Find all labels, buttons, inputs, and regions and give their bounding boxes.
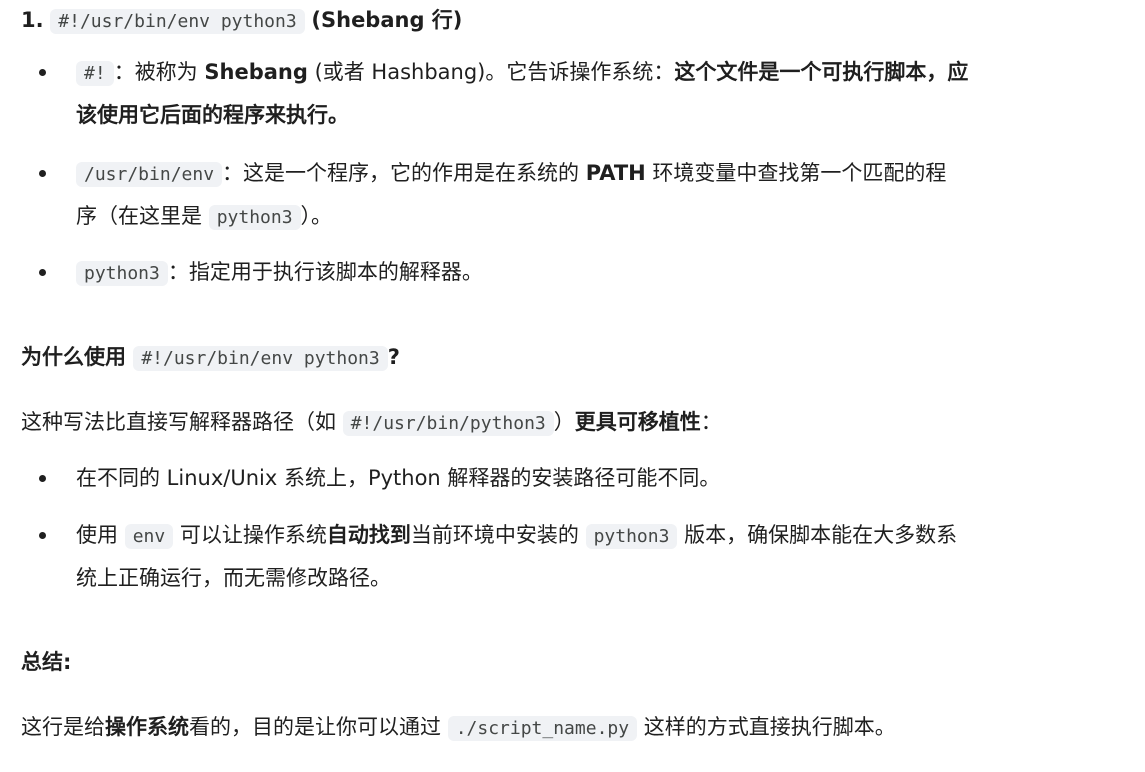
text: 看的，目的是让你可以通过 (189, 715, 448, 739)
text: 在不同的 Linux/Unix 系统上，Python 解释器的安装路径可能不同。 (76, 466, 721, 490)
inline-code: ./script_name.py (447, 716, 638, 741)
bullet-env: /usr/bin/env ：这是一个程序，它的作用是在系统的 PATH 环境变量中… (76, 158, 946, 190)
separator: ： (222, 161, 244, 185)
inline-code: python3 (585, 524, 678, 549)
section-number: 1. (21, 8, 44, 32)
bullet-dot (39, 269, 46, 276)
text: 这样的方式直接执行脚本。 (637, 715, 896, 739)
why-item-1: 在不同的 Linux/Unix 系统上，Python 解释器的安装路径可能不同。 (76, 463, 720, 493)
section-title: (Shebang 行) (311, 8, 463, 32)
bullet-python3: python3 ：指定用于执行该脚本的解释器。 (76, 257, 483, 289)
bold-text: 自动找到 (326, 523, 411, 547)
heading-text: ? (387, 345, 400, 369)
text: 版本，确保脚本能在大多数系 (677, 523, 958, 547)
separator: ： (113, 60, 135, 84)
text: 这种写法比直接写解释器路径（如 (21, 410, 343, 434)
text: (或者 Hashbang)。它告诉操作系统： (307, 60, 675, 84)
inline-code: /usr/bin/env (76, 162, 223, 187)
heading-text: 总结: (21, 650, 72, 674)
text: 被称为 (134, 60, 205, 84)
bullet-dot (39, 170, 46, 177)
inline-code: #!/usr/bin/python3 (342, 411, 554, 436)
text: ） (553, 410, 575, 434)
inline-code: python3 (76, 261, 168, 286)
summary-heading: 总结: (21, 647, 71, 677)
why-heading: 为什么使用 #!/usr/bin/env python3? (21, 342, 400, 374)
bullet-dot (39, 532, 46, 539)
heading-text: 为什么使用 (21, 345, 134, 369)
bold-text: PATH (585, 161, 646, 185)
text: 这是一个程序，它的作用是在系统的 (243, 161, 586, 185)
text: 环境变量中查找第一个匹配的程 (645, 161, 947, 185)
why-intro: 这种写法比直接写解释器路径（如 #!/usr/bin/python3 ）更具可移植… (21, 407, 722, 439)
text: 统上正确运行，而无需修改路径。 (76, 566, 391, 590)
inline-code: #! (76, 61, 114, 86)
text: ）。 (300, 204, 333, 228)
bold-text: Shebang (204, 60, 308, 84)
text: ： (700, 410, 722, 434)
text: 指定用于执行该脚本的解释器。 (188, 260, 483, 284)
bullet-env-cont: 序（在这里是 python3）。 (76, 201, 332, 233)
bullet-shebang-cont: 该使用它后面的程序来执行。 (76, 100, 349, 130)
bold-text: 该使用它后面的程序来执行。 (76, 103, 349, 127)
section-heading: 1. #!/usr/bin/env python3 (Shebang 行) (21, 5, 462, 37)
why-item-2: 使用 env 可以让操作系统自动找到当前环境中安装的 python3 版本，确保… (76, 520, 957, 552)
bullet-dot (39, 475, 46, 482)
inline-code: #!/usr/bin/env python3 (133, 346, 388, 371)
shebang-code: #!/usr/bin/env python3 (50, 9, 305, 34)
text: 当前环境中安装的 (410, 523, 586, 547)
bold-text: 更具可移植性 (574, 410, 701, 434)
bullet-shebang: #! ：被称为 Shebang (或者 Hashbang)。它告诉操作系统：这个文… (76, 57, 968, 89)
why-item-2-cont: 统上正确运行，而无需修改路径。 (76, 563, 391, 593)
text: 可以让操作系统 (173, 523, 327, 547)
text: 使用 (76, 523, 125, 547)
text: 这行是给 (21, 715, 105, 739)
bold-text: 操作系统 (105, 715, 189, 739)
separator: ： (167, 260, 189, 284)
document: 1. #!/usr/bin/env python3 (Shebang 行) #!… (0, 0, 1145, 772)
inline-code: python3 (208, 205, 301, 230)
text: 序（在这里是 (76, 204, 209, 228)
bullet-dot (39, 69, 46, 76)
bold-text: 这个文件是一个可执行脚本，应 (674, 60, 969, 84)
inline-code: env (124, 524, 174, 549)
summary-text: 这行是给操作系统看的，目的是让你可以通过 ./script_name.py 这样… (21, 712, 896, 744)
